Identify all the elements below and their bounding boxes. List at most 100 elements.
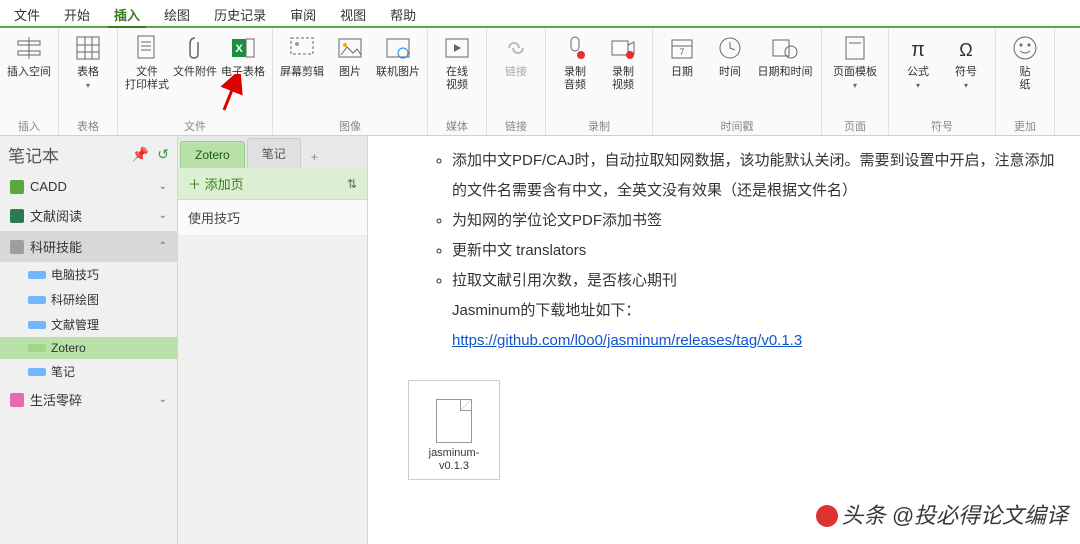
section-drawing[interactable]: 科研绘图 — [0, 287, 177, 312]
tab-notes[interactable]: 笔记 — [247, 138, 301, 168]
attachment-name: jasminum-v0.1.3 — [415, 447, 493, 473]
pin-icon[interactable]: 📌 — [132, 146, 149, 163]
menu-insert[interactable]: 插入 — [108, 3, 146, 28]
video-icon — [443, 34, 471, 62]
table-button[interactable]: 表格 ▾ — [65, 30, 111, 116]
template-icon — [841, 34, 869, 62]
ribbon: 插入空间 插入 表格 ▾ 表格 文件 打印样式 文件附件 X — [0, 28, 1080, 136]
chevron-down-icon: ▾ — [964, 81, 968, 91]
list-item: 更新中文 translators — [452, 236, 1056, 266]
ribbon-group-table: 表格 ▾ 表格 — [59, 28, 118, 135]
insert-space-button[interactable]: 插入空间 — [6, 30, 52, 116]
menu-review[interactable]: 审阅 — [284, 3, 322, 26]
smiley-icon — [1011, 34, 1039, 62]
add-page-button[interactable]: ＋ 添加页 ⇅ — [178, 168, 367, 200]
sticker-button[interactable]: 贴 纸 — [1002, 30, 1048, 116]
screen-clip-icon — [288, 34, 316, 62]
svg-text:X: X — [235, 43, 243, 55]
tab-add[interactable]: + — [303, 146, 326, 168]
record-video-button[interactable]: 录制 视频 — [600, 30, 646, 116]
spreadsheet-button[interactable]: X 电子表格 — [220, 30, 266, 116]
time-button[interactable]: 时间 — [707, 30, 753, 116]
formula-button[interactable]: π 公式 ▾ — [895, 30, 941, 116]
link-icon — [502, 34, 530, 62]
menu-history[interactable]: 历史记录 — [208, 3, 272, 26]
record-audio-icon — [561, 34, 589, 62]
ribbon-group-media: 在线 视频 媒体 — [428, 28, 487, 135]
svg-text:7: 7 — [679, 47, 684, 57]
file-print-icon — [133, 34, 161, 62]
list-item: 为知网的学位论文PDF添加书签 — [452, 206, 1056, 236]
ribbon-group-timestamp: 7 日期 时间 日期和时间 时间戳 — [653, 28, 822, 135]
chevron-up-icon: ⌃ — [159, 241, 167, 252]
screen-clip-button[interactable]: 屏幕剪辑 — [279, 30, 325, 116]
page-template-button[interactable]: 页面模板 ▾ — [828, 30, 882, 116]
sort-icon[interactable]: ⇅ — [347, 177, 357, 191]
notebook-cadd[interactable]: CADD⌄ — [0, 173, 177, 200]
download-link[interactable]: https://github.com/l0o0/jasminum/release… — [452, 332, 802, 349]
menu-bar: 文件 开始 插入 绘图 历史记录 审阅 视图 帮助 — [0, 0, 1080, 28]
sidebar-title-row: 笔记本 📌 ↺ — [0, 136, 177, 173]
plus-icon: ＋ — [188, 177, 201, 192]
online-video-button[interactable]: 在线 视频 — [434, 30, 480, 116]
section-computer-skills[interactable]: 电脑技巧 — [0, 262, 177, 287]
date-button[interactable]: 7 日期 — [659, 30, 705, 116]
section-notes[interactable]: 笔记 — [0, 359, 177, 384]
page-list-panel: Zotero 笔记 + ＋ 添加页 ⇅ 使用技巧 — [178, 136, 368, 544]
ribbon-group-record: 录制 音频 录制 视频 录制 — [546, 28, 653, 135]
section-zotero[interactable]: Zotero — [0, 337, 177, 359]
excel-icon: X — [229, 34, 257, 62]
calendar-icon: 7 — [668, 34, 696, 62]
table-icon — [74, 34, 102, 62]
datetime-button[interactable]: 日期和时间 — [755, 30, 815, 116]
menu-help[interactable]: 帮助 — [384, 3, 422, 26]
ribbon-group-symbol: π 公式 ▾ Ω 符号 ▾ 符号 — [889, 28, 996, 135]
notebook-reading[interactable]: 文献阅读⌄ — [0, 200, 177, 231]
bullet-list: 添加中文PDF/CAJ时，自动拉取知网数据，该功能默认关闭。需要到设置中开启，注… — [428, 146, 1056, 356]
notebook-sidebar: 笔记本 📌 ↺ CADD⌄ 文献阅读⌄ 科研技能⌃ 电脑技巧 科研绘图 文献管理… — [0, 136, 178, 544]
record-video-icon — [609, 34, 637, 62]
notebook-research[interactable]: 科研技能⌃ — [0, 231, 177, 262]
sync-icon[interactable]: ↺ — [157, 146, 169, 163]
file-attachment-button[interactable]: 文件附件 — [172, 30, 218, 116]
file-attachment[interactable]: jasminum-v0.1.3 — [408, 380, 500, 480]
omega-icon: Ω — [952, 34, 980, 62]
svg-text:π: π — [911, 39, 925, 60]
page-item[interactable]: 使用技巧 — [178, 200, 367, 236]
menu-file[interactable]: 文件 — [8, 3, 46, 26]
chevron-down-icon: ▾ — [916, 81, 920, 91]
chevron-down-icon: ⌄ — [159, 181, 167, 192]
menu-view[interactable]: 视图 — [334, 3, 372, 26]
record-audio-button[interactable]: 录制 音频 — [552, 30, 598, 116]
ribbon-group-image: 屏幕剪辑 图片 联机图片 图像 — [273, 28, 428, 135]
ribbon-group-page: 页面模板 ▾ 页面 — [822, 28, 889, 135]
section-tabs: Zotero 笔记 + — [178, 136, 367, 168]
picture-button[interactable]: 图片 — [327, 30, 373, 116]
online-picture-button[interactable]: 联机图片 — [375, 30, 421, 116]
notebook-life[interactable]: 生活零碎⌄ — [0, 384, 177, 415]
picture-icon — [336, 34, 364, 62]
chevron-down-icon: ▾ — [853, 81, 857, 91]
main-area: 笔记本 📌 ↺ CADD⌄ 文献阅读⌄ 科研技能⌃ 电脑技巧 科研绘图 文献管理… — [0, 136, 1080, 544]
datetime-icon — [771, 34, 799, 62]
ribbon-group-link: 链接 链接 — [487, 28, 546, 135]
file-print-style-button[interactable]: 文件 打印样式 — [124, 30, 170, 116]
ribbon-group-insert: 插入空间 插入 — [0, 28, 59, 135]
symbols-button[interactable]: Ω 符号 ▾ — [943, 30, 989, 116]
section-refs[interactable]: 文献管理 — [0, 312, 177, 337]
chevron-down-icon: ▾ — [86, 81, 90, 91]
link-button[interactable]: 链接 — [493, 30, 539, 116]
ribbon-group-more: 贴 纸 更加 — [996, 28, 1055, 135]
online-picture-icon — [384, 34, 412, 62]
tab-zotero[interactable]: Zotero — [180, 141, 245, 168]
page-content: 添加中文PDF/CAJ时，自动拉取知网数据，该功能默认关闭。需要到设置中开启，注… — [368, 136, 1080, 544]
menu-home[interactable]: 开始 — [58, 3, 96, 26]
pi-icon: π — [904, 34, 932, 62]
menu-draw[interactable]: 绘图 — [158, 3, 196, 26]
paperclip-icon — [181, 34, 209, 62]
sidebar-title: 笔记本 — [8, 142, 59, 167]
watermark-logo-icon — [816, 505, 838, 527]
ribbon-group-file: 文件 打印样式 文件附件 X 电子表格 文件 — [118, 28, 273, 135]
insert-space-icon — [15, 34, 43, 62]
watermark: 头条 @投必得论文编译 — [816, 494, 1068, 538]
